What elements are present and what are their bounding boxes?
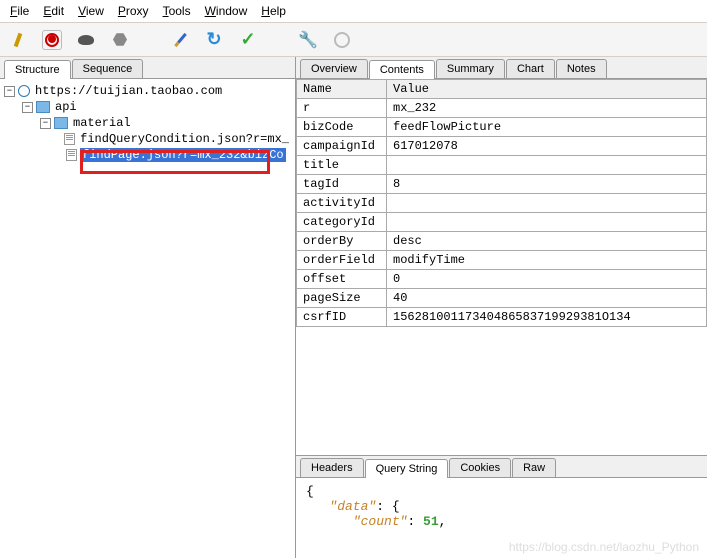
edit-icon[interactable]	[170, 30, 190, 50]
refresh-icon[interactable]: ↻	[204, 30, 224, 50]
breakpoint-icon[interactable]	[110, 30, 130, 50]
table-row[interactable]: pageSize40	[297, 289, 707, 308]
tree-root[interactable]: − https://tuijian.taobao.com	[4, 83, 291, 99]
table-row[interactable]: tagId8	[297, 175, 707, 194]
table-row[interactable]: activityId	[297, 194, 707, 213]
table-row[interactable]: offset0	[297, 270, 707, 289]
cell-value	[387, 213, 707, 232]
right-pane: Overview Contents Summary Chart Notes Na…	[296, 57, 707, 558]
table-row[interactable]: orderFieldmodifyTime	[297, 251, 707, 270]
tree-label[interactable]: findQueryCondition.json?r=mx_	[78, 132, 291, 146]
cell-name: bizCode	[297, 118, 387, 137]
folder-icon	[54, 117, 68, 129]
document-icon	[66, 149, 77, 161]
left-pane: Structure Sequence − https://tuijian.tao…	[0, 57, 296, 558]
params-table: Name Value rmx_232bizCodefeedFlowPicture…	[296, 79, 707, 327]
globe-icon	[18, 85, 30, 97]
cell-value	[387, 194, 707, 213]
table-row[interactable]: orderBydesc	[297, 232, 707, 251]
tab-overview[interactable]: Overview	[300, 59, 368, 78]
tab-contents[interactable]: Contents	[369, 60, 435, 79]
tab-summary[interactable]: Summary	[436, 59, 505, 78]
folder-icon	[36, 101, 50, 113]
table-row[interactable]: campaignId617012078	[297, 137, 707, 156]
cell-value: 40	[387, 289, 707, 308]
tab-chart[interactable]: Chart	[506, 59, 555, 78]
cell-value	[387, 156, 707, 175]
cell-value: mx_232	[387, 99, 707, 118]
menu-file[interactable]: FFileile	[4, 2, 35, 20]
cell-value: 617012078	[387, 137, 707, 156]
cell-name: tagId	[297, 175, 387, 194]
cell-value: modifyTime	[387, 251, 707, 270]
col-name[interactable]: Name	[297, 80, 387, 99]
cell-name: orderField	[297, 251, 387, 270]
tree-label[interactable]: api	[53, 100, 79, 114]
collapse-icon[interactable]: −	[4, 86, 15, 97]
subtab-cookies[interactable]: Cookies	[449, 458, 511, 477]
cell-value: feedFlowPicture	[387, 118, 707, 137]
cell-name: csrfID	[297, 308, 387, 327]
table-row[interactable]: csrfID15628100117340486583719929381O134	[297, 308, 707, 327]
tools-icon[interactable]: 🔧	[298, 30, 318, 50]
tree-view[interactable]: − https://tuijian.taobao.com − api − mat…	[0, 79, 295, 558]
document-icon	[64, 133, 75, 145]
table-row[interactable]: title	[297, 156, 707, 175]
cell-name: title	[297, 156, 387, 175]
cell-name: offset	[297, 270, 387, 289]
menu-window[interactable]: Window	[199, 2, 254, 20]
col-value[interactable]: Value	[387, 80, 707, 99]
record-icon[interactable]	[42, 30, 62, 50]
cell-value: 15628100117340486583719929381O134	[387, 308, 707, 327]
collapse-icon[interactable]: −	[40, 118, 51, 129]
toolbar: ↻ ✓ 🔧	[0, 23, 707, 57]
table-row[interactable]: bizCodefeedFlowPicture	[297, 118, 707, 137]
table-row[interactable]: rmx_232	[297, 99, 707, 118]
json-preview[interactable]: { "data": { "count": 51, https://blog.cs…	[296, 478, 707, 558]
menu-edit[interactable]: Edit	[37, 2, 70, 20]
broom-icon[interactable]	[8, 30, 28, 50]
tree-node-material[interactable]: − material	[4, 115, 291, 131]
tab-structure[interactable]: Structure	[4, 60, 71, 79]
cell-value: 8	[387, 175, 707, 194]
tree-item[interactable]: findQueryCondition.json?r=mx_	[4, 131, 291, 147]
throttle-icon[interactable]	[76, 30, 96, 50]
cell-name: categoryId	[297, 213, 387, 232]
tree-label[interactable]: https://tuijian.taobao.com	[33, 84, 224, 98]
settings-icon[interactable]	[332, 30, 352, 50]
cell-name: orderBy	[297, 232, 387, 251]
tab-notes[interactable]: Notes	[556, 59, 607, 78]
collapse-icon[interactable]: −	[22, 102, 33, 113]
cell-name: campaignId	[297, 137, 387, 156]
subtab-query-string[interactable]: Query String	[365, 459, 449, 478]
menu-help[interactable]: Help	[255, 2, 292, 20]
cell-name: pageSize	[297, 289, 387, 308]
menu-tools[interactable]: Tools	[157, 2, 197, 20]
watermark: https://blog.csdn.net/laozhu_Python	[509, 540, 699, 554]
tree-label[interactable]: material	[71, 116, 133, 130]
cell-name: r	[297, 99, 387, 118]
table-row[interactable]: categoryId	[297, 213, 707, 232]
cell-name: activityId	[297, 194, 387, 213]
tree-label[interactable]: findPage.json?r=mx_232&bizCo	[80, 148, 286, 162]
tab-sequence[interactable]: Sequence	[72, 59, 144, 78]
validate-icon[interactable]: ✓	[238, 30, 258, 50]
menubar: FFileile Edit View Proxy Tools Window He…	[0, 0, 707, 23]
subtab-headers[interactable]: Headers	[300, 458, 364, 477]
tree-node-api[interactable]: − api	[4, 99, 291, 115]
menu-view[interactable]: View	[72, 2, 110, 20]
cell-value: desc	[387, 232, 707, 251]
subtab-raw[interactable]: Raw	[512, 458, 556, 477]
cell-value: 0	[387, 270, 707, 289]
tree-item-selected[interactable]: findPage.json?r=mx_232&bizCo	[4, 147, 291, 163]
menu-proxy[interactable]: Proxy	[112, 2, 155, 20]
